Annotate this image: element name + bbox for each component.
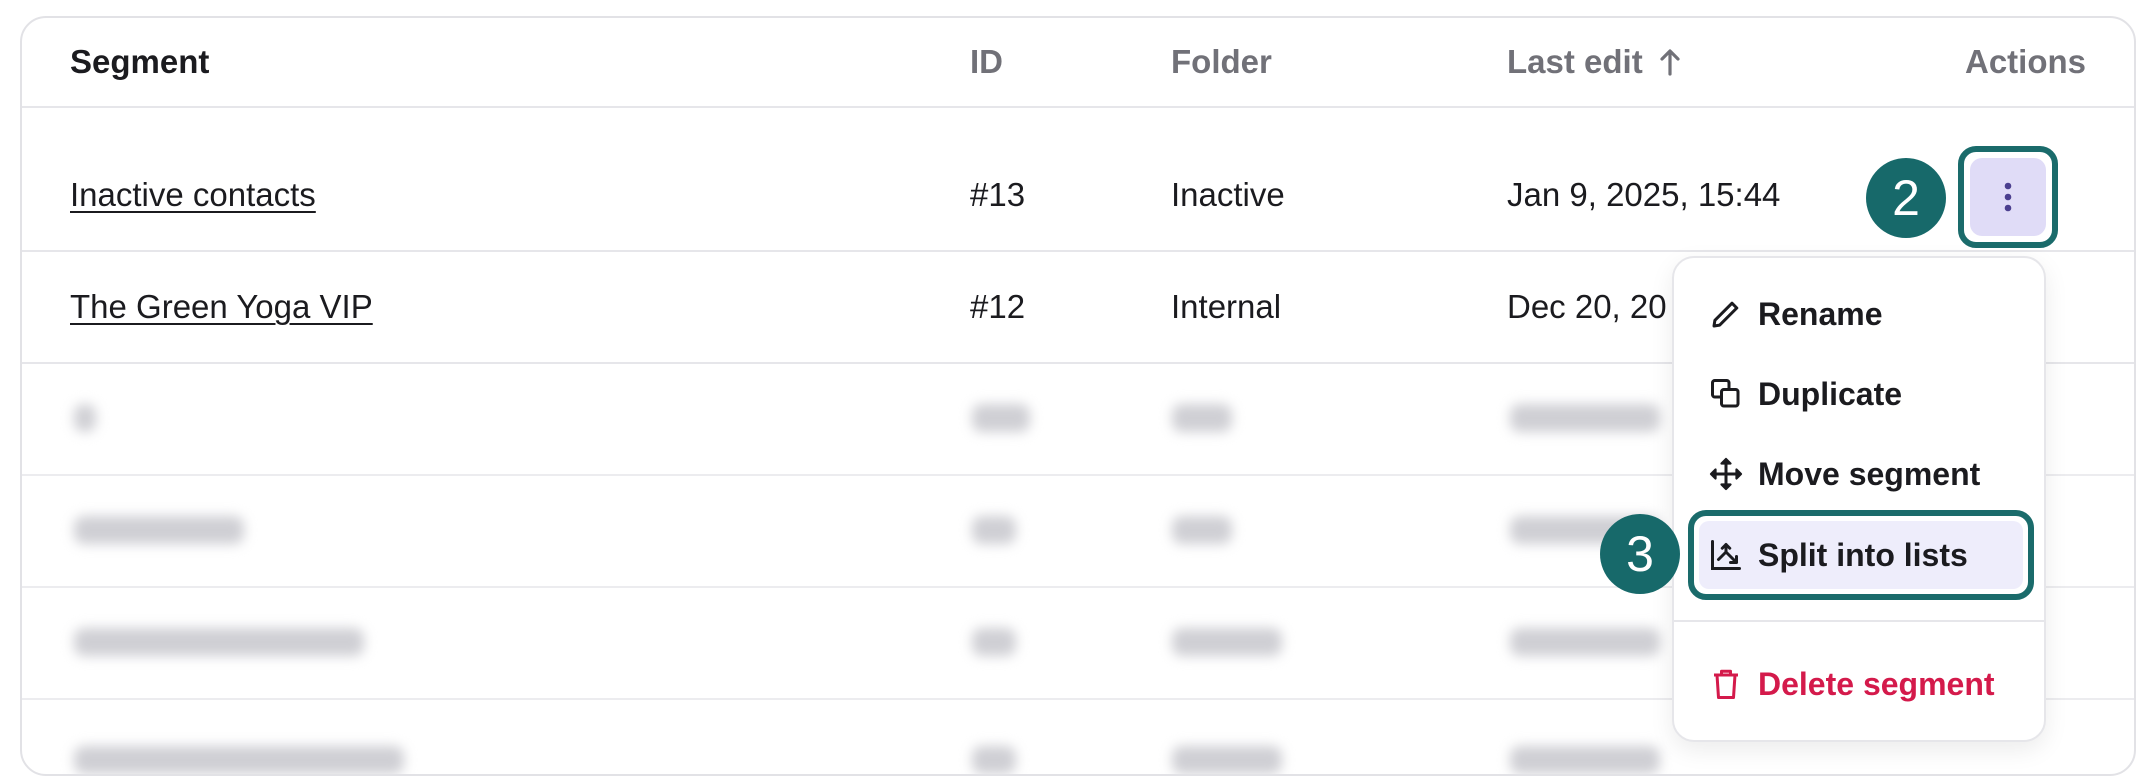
blurred-placeholder (74, 404, 96, 432)
blurred-placeholder (1172, 404, 1232, 432)
actions-menu: Rename Duplicate Move segment Split into… (1672, 256, 2046, 742)
segment-last-edit: Jan 9, 2025, 15:44 (1507, 176, 1781, 213)
header-folder[interactable]: Folder (1171, 18, 1272, 106)
segment-last-edit: Dec 20, 20 (1507, 288, 1667, 325)
split-icon (1711, 540, 1741, 570)
segment-id: #12 (970, 288, 1026, 325)
table-header: Segment ID Folder Last edit Actions (22, 18, 2134, 108)
header-segment[interactable]: Segment (70, 18, 209, 106)
menu-divider (1674, 620, 2044, 622)
blurred-placeholder (1510, 404, 1660, 432)
segment-id: #13 (970, 176, 1026, 213)
blurred-placeholder (74, 628, 364, 656)
header-last-edit-label: Last edit (1507, 43, 1643, 80)
blurred-placeholder (972, 628, 1016, 656)
blurred-placeholder (972, 404, 1030, 432)
segment-folder: Internal (1171, 288, 1282, 325)
arrow-up-icon (1660, 49, 1680, 76)
trash-icon (1714, 669, 1738, 699)
menu-item-delete-segment[interactable]: Delete segment (1708, 654, 1995, 714)
blurred-placeholder (972, 516, 1016, 544)
duplicate-icon (1711, 379, 1740, 408)
pencil-icon (1712, 301, 1739, 328)
move-icon (1709, 457, 1743, 491)
table-row[interactable]: Inactive contacts #13 Inactive Jan 9, 20… (22, 140, 2134, 252)
blurred-placeholder (1172, 746, 1282, 774)
blurred-placeholder (1510, 746, 1660, 774)
blurred-placeholder (74, 746, 404, 774)
header-id[interactable]: ID (970, 18, 1003, 106)
menu-item-split-into-lists[interactable]: Split into lists (1708, 525, 1968, 585)
blurred-placeholder (972, 746, 1016, 774)
blurred-placeholder (1510, 628, 1660, 656)
segment-name-link[interactable]: The Green Yoga VIP (70, 252, 373, 362)
blurred-placeholder (1172, 516, 1232, 544)
blurred-placeholder (74, 516, 244, 544)
row-actions-button[interactable] (1970, 158, 2046, 236)
header-actions: Actions (1964, 43, 2086, 80)
step-badge: 2 (1866, 158, 1946, 238)
menu-item-label: Move segment (1758, 455, 1981, 492)
blurred-placeholder (1172, 628, 1282, 656)
menu-item-move-segment[interactable]: Move segment (1708, 444, 1980, 504)
menu-item-rename[interactable]: Rename (1708, 284, 1883, 344)
kebab-icon (2004, 182, 2012, 212)
menu-item-label: Duplicate (1758, 375, 1903, 412)
menu-item-label: Delete segment (1758, 665, 1995, 702)
menu-item-label: Split into lists (1758, 536, 1968, 573)
actions-button-highlight (1958, 146, 2058, 248)
step-badge: 3 (1600, 514, 1680, 594)
menu-item-label: Rename (1758, 295, 1883, 332)
header-last-edit[interactable]: Last edit (1507, 18, 1681, 106)
segment-folder: Inactive (1171, 176, 1285, 213)
segment-name-link[interactable]: Inactive contacts (70, 140, 316, 250)
menu-item-duplicate[interactable]: Duplicate (1708, 364, 1902, 424)
